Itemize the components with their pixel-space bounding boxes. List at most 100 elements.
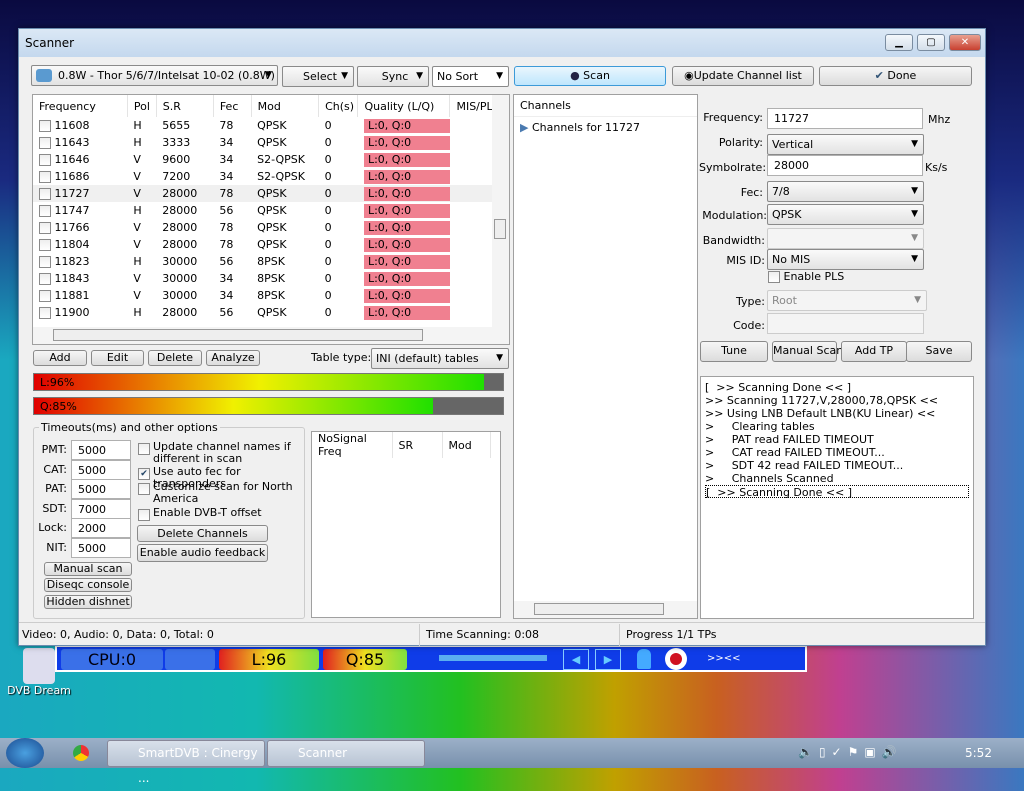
table-row[interactable]: 11823 H 30000 56 8PSK 0 L:0, Q:0 [33,253,509,270]
symbolrate-input[interactable]: 28000 [767,155,923,176]
channels-header[interactable]: Channels [514,95,697,117]
code-input[interactable] [767,313,924,334]
lock-icon[interactable] [637,649,651,669]
manual-scan-tp-button[interactable]: Manual Scan [772,341,843,362]
sync-button[interactable]: Sync ▼ [357,66,429,87]
option-checkbox[interactable]: Enable DVB-T offset [138,507,303,521]
column-header[interactable]: Frequency [33,95,128,117]
satellite-select[interactable]: 0.8W - Thor 5/6/7/Intelsat 10-02 (0.8W) ▼ [31,65,278,86]
column-header[interactable]: Pol [127,95,157,117]
table-row[interactable]: 11843 V 30000 34 8PSK 0 L:0, Q:0 [33,270,509,287]
row-checkbox[interactable] [39,307,51,319]
edit-button[interactable]: Edit [91,350,144,366]
row-checkbox[interactable] [39,256,51,268]
maximize-button[interactable]: ▢ [917,34,945,51]
table-row[interactable]: 11900 H 28000 56 QPSK 0 L:0, Q:0 [33,304,509,321]
manual-scan-button[interactable]: Manual scan [44,562,132,576]
row-checkbox[interactable] [39,205,51,217]
cell: 34 [219,136,234,149]
column-header[interactable]: S.R [156,95,214,117]
option-checkbox[interactable]: Update channel names if different in sca… [138,441,303,465]
vertical-scrollbar[interactable] [492,95,509,328]
analyze-button[interactable]: Analyze [206,350,260,366]
row-checkbox[interactable] [39,120,51,132]
close-button[interactable]: ✕ [949,34,981,51]
table-row[interactable]: 11881 V 30000 34 8PSK 0 L:0, Q:0 [33,287,509,304]
start-button[interactable] [6,738,44,768]
tree-node[interactable]: ▶ Channels for 11727 [514,117,697,138]
delete-button[interactable]: Delete [148,350,202,366]
next-icon[interactable]: ▶ [595,649,621,670]
timeout-input[interactable]: 5000 [71,479,131,500]
fec-select[interactable]: 7/8 ▼ [767,181,924,202]
table-row[interactable]: 11643 H 3333 34 QPSK 0 L:0, Q:0 [33,134,509,151]
sort-select[interactable]: No Sort ▼ [432,66,509,87]
select-button[interactable]: Select ▼ [282,66,354,87]
horizontal-scrollbar[interactable] [514,601,697,618]
col-mod[interactable]: Mod [442,432,491,458]
mis-id-select[interactable]: No MIS ▼ [767,249,924,270]
update-channel-list-button[interactable]: ◉Update Channel list [672,66,814,86]
row-checkbox[interactable] [39,137,51,149]
frequency-input[interactable]: 11727 [767,108,923,129]
table-row[interactable]: 11747 H 28000 56 QPSK 0 L:0, Q:0 [33,202,509,219]
table-row[interactable]: 11727 V 28000 78 QPSK 0 L:0, Q:0 [33,185,509,202]
done-button[interactable]: ✔ Done [819,66,972,86]
diseqc-console-button[interactable]: Diseqc console [44,578,132,592]
table-type-select[interactable]: INI (default) tables ▼ [371,348,509,369]
save-button[interactable]: Save [906,341,972,362]
polarity-select[interactable]: Vertical ▼ [767,134,924,155]
tray-icons[interactable]: 🔈▯✓⚑▣🔊 [798,745,903,759]
chrome-icon[interactable] [73,745,89,761]
enable-pls-checkbox[interactable]: Enable PLS [768,270,844,283]
timeout-input[interactable]: 5000 [71,440,131,460]
table-row[interactable]: 11766 V 28000 78 QPSK 0 L:0, Q:0 [33,219,509,236]
volume-slider[interactable] [439,655,547,661]
table-row[interactable]: 11608 H 5655 78 QPSK 0 L:0, Q:0 [33,117,509,134]
timeout-input[interactable]: 2000 [71,518,131,539]
taskbar-item-smartdvb[interactable]: SmartDVB : Cinergy ... [107,740,265,785]
row-checkbox[interactable] [39,222,51,234]
column-header[interactable]: Quality (L/Q) [357,95,451,117]
title-bar[interactable]: Scanner ▁ ▢ ✕ [19,29,985,57]
row-checkbox[interactable] [39,154,51,166]
timeout-input[interactable]: 5000 [71,538,131,558]
clock[interactable]: 5:52 [965,746,992,760]
tune-button[interactable]: Tune [700,341,768,362]
add-button[interactable]: Add [33,350,87,366]
table-row[interactable]: 11686 V 7200 34 S2-QPSK 0 L:0, Q:0 [33,168,509,185]
modulation-select[interactable]: QPSK ▼ [767,204,924,225]
smartdvb-bar: CPU:0 L:96 Q:85 ◀ ▶ >><< [55,645,807,672]
table-row[interactable]: 11804 V 28000 78 QPSK 0 L:0, Q:0 [33,236,509,253]
frequency: 11686 [54,170,90,183]
row-checkbox[interactable] [39,188,51,200]
option-checkbox[interactable]: Customize scan for North America [138,481,303,505]
add-tp-button[interactable]: Add TP [841,341,907,362]
audio-feedback-button[interactable]: Enable audio feedback [137,544,268,562]
bandwidth-select[interactable]: ▼ [767,228,924,249]
table-row[interactable]: 11646 V 9600 34 S2-QPSK 0 L:0, Q:0 [33,151,509,168]
column-header[interactable]: Mod [251,95,320,117]
minimize-button[interactable]: ▁ [885,34,913,51]
timeout-input[interactable]: 7000 [71,498,131,519]
hidden-dishnet-button[interactable]: Hidden dishnet [44,595,132,609]
row-checkbox[interactable] [39,273,51,285]
table-type-label: Table type: [311,351,372,364]
scan-button[interactable]: ● Scan [514,66,666,86]
column-header[interactable]: Fec [213,95,252,117]
type-select[interactable]: Root ▼ [767,290,927,311]
row-checkbox[interactable] [39,290,51,302]
prev-icon[interactable]: ◀ [563,649,589,670]
row-checkbox[interactable] [39,171,51,183]
cell: 11646 [33,151,127,168]
row-checkbox[interactable] [39,239,51,251]
delete-channels-button[interactable]: Delete Channels [137,525,268,542]
col-nosignal-freq[interactable]: NoSignal Freq [312,432,393,458]
timeout-input[interactable]: 5000 [71,459,131,480]
record-icon[interactable] [665,648,687,670]
horizontal-scrollbar[interactable] [33,327,509,344]
cell: 30000 [162,255,198,268]
col-sr[interactable]: SR [392,432,443,458]
taskbar-item-scanner[interactable]: Scanner [267,740,425,767]
column-header[interactable]: Ch(s) [318,95,359,117]
